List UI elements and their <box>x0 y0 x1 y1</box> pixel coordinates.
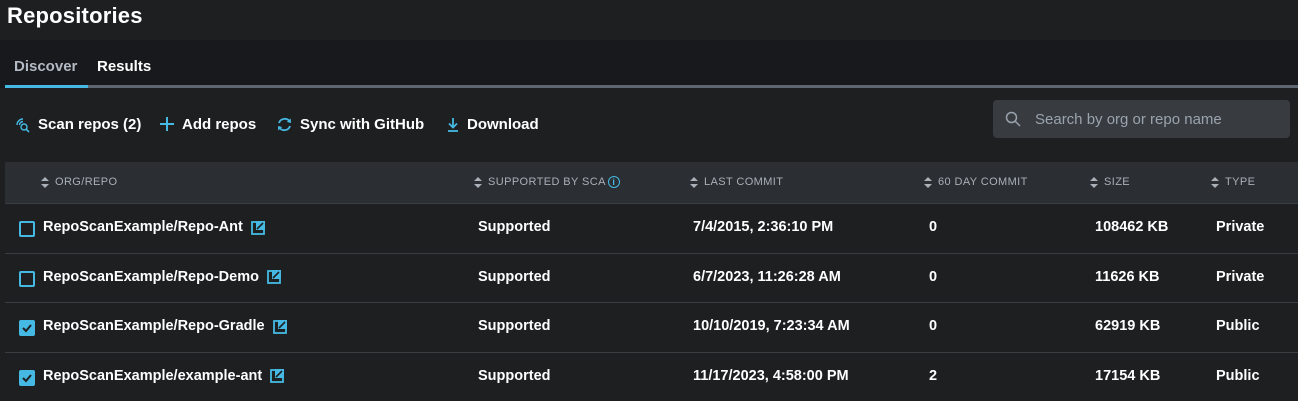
type-cell: Public <box>1216 367 1260 384</box>
table-row: RepoScanExample/Repo-Demo Supported 6/7/… <box>5 253 1298 303</box>
column-size[interactable]: SIZE <box>1090 176 1130 188</box>
type-cell: Private <box>1216 219 1265 235</box>
last-commit-cell: 10/10/2019, 7:23:34 AM <box>693 318 850 334</box>
column-last-commit[interactable]: LAST COMMIT <box>690 176 783 188</box>
checkbox-checked-icon <box>22 373 32 382</box>
external-link-icon[interactable] <box>267 269 282 284</box>
type-cell: Private <box>1216 268 1265 285</box>
column-type[interactable]: TYPE <box>1211 176 1255 188</box>
plus-icon <box>160 117 174 131</box>
sort-icon <box>41 176 49 188</box>
last-commit-cell: 11/17/2023, 4:58:00 PM <box>693 367 849 384</box>
checkbox-checked-icon <box>22 324 32 333</box>
size-cell: 17154 KB <box>1095 367 1161 384</box>
column-supported-by-sca[interactable]: SUPPORTED BY SCA i <box>474 176 620 188</box>
tab-bar: Discover Results <box>0 50 1298 88</box>
repo-name: RepoScanExample/Repo-Gradle <box>43 318 265 334</box>
table-row: RepoScanExample/example-ant Supported 11… <box>5 352 1298 401</box>
info-icon[interactable]: i <box>607 176 620 188</box>
sync-github-button[interactable]: Sync with GitHub <box>276 113 424 135</box>
supported-cell: Supported <box>478 318 551 334</box>
table-row: RepoScanExample/Repo-Gradle Supported 10… <box>5 303 1298 353</box>
repo-name: RepoScanExample/Repo-Demo <box>43 268 259 285</box>
type-cell: Public <box>1216 318 1260 334</box>
row-checkbox[interactable] <box>19 320 35 336</box>
repos-table: ORG/REPO SUPPORTED BY SCA i LAST COMMIT … <box>5 162 1298 401</box>
day60-commit-cell: 0 <box>929 268 938 285</box>
repo-name: RepoScanExample/example-ant <box>43 367 263 384</box>
download-icon <box>448 117 458 132</box>
column-60-day-commit[interactable]: 60 DAY COMMIT <box>924 176 1028 188</box>
sort-icon <box>474 176 482 188</box>
repo-name-cell: RepoScanExample/Repo-Gradle <box>43 318 288 334</box>
day60-commit-cell: 0 <box>929 219 938 235</box>
download-label: Download <box>467 115 539 133</box>
page-title: Repositories <box>7 3 143 28</box>
row-checkbox[interactable] <box>19 369 35 386</box>
sync-icon <box>278 117 291 131</box>
supported-cell: Supported <box>478 219 551 235</box>
table-header: ORG/REPO SUPPORTED BY SCA i LAST COMMIT … <box>5 162 1298 204</box>
column-org-repo[interactable]: ORG/REPO <box>41 176 118 188</box>
size-cell: 108462 KB <box>1095 219 1169 235</box>
tab-active-indicator <box>5 85 88 88</box>
day60-commit-cell: 2 <box>929 367 938 384</box>
external-link-icon[interactable] <box>272 319 288 334</box>
repo-name-cell: RepoScanExample/Repo-Ant <box>43 219 266 235</box>
add-repos-label: Add repos <box>182 115 257 133</box>
row-checkbox[interactable] <box>19 270 35 287</box>
sort-icon <box>690 176 698 188</box>
size-cell: 11626 KB <box>1095 268 1160 285</box>
sort-icon <box>1090 176 1098 188</box>
search-icon <box>1005 111 1021 127</box>
scan-repos-button[interactable]: Scan repos (2) <box>14 113 141 135</box>
row-checkbox[interactable] <box>19 221 35 237</box>
supported-cell: Supported <box>478 367 551 384</box>
supported-cell: Supported <box>478 268 551 285</box>
toolbar: Scan repos (2) Add repos Sync with GitHu… <box>0 113 980 137</box>
table-row: RepoScanExample/Repo-Ant Supported 7/4/2… <box>5 204 1298 254</box>
sort-icon <box>924 176 932 188</box>
add-repos-button[interactable]: Add repos <box>159 113 256 135</box>
tab-underline-track <box>5 85 1298 88</box>
sort-icon <box>1211 176 1219 188</box>
last-commit-cell: 6/7/2023, 11:26:28 AM <box>693 268 841 285</box>
scan-icon <box>16 117 30 133</box>
tab-discover[interactable]: Discover <box>14 58 77 75</box>
external-link-icon[interactable] <box>250 220 266 235</box>
repo-name: RepoScanExample/Repo-Ant <box>43 219 243 235</box>
repo-name-cell: RepoScanExample/Repo-Demo <box>43 269 282 285</box>
tab-results[interactable]: Results <box>97 58 151 75</box>
repo-name-cell: RepoScanExample/example-ant <box>43 368 285 384</box>
size-cell: 62919 KB <box>1095 318 1161 334</box>
day60-commit-cell: 0 <box>929 318 938 334</box>
search-input[interactable] <box>1035 110 1275 128</box>
sync-github-label: Sync with GitHub <box>300 115 425 133</box>
last-commit-cell: 7/4/2015, 2:36:10 PM <box>693 219 834 235</box>
search-box[interactable] <box>993 100 1290 138</box>
scan-repos-label: Scan repos (2) <box>38 115 142 133</box>
external-link-icon[interactable] <box>270 368 285 383</box>
download-button[interactable]: Download <box>446 113 539 135</box>
